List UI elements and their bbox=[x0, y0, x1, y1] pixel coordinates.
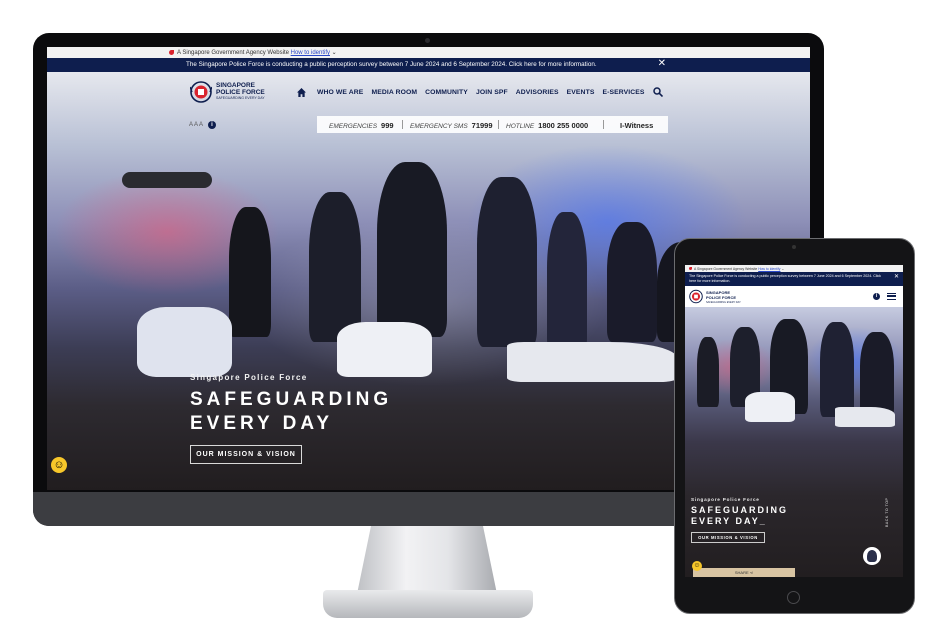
hero-figure bbox=[820, 322, 854, 417]
divider bbox=[498, 120, 499, 129]
tablet-hero-headline: SAFEGUARDING EVERY DAY_ bbox=[691, 505, 789, 526]
monitor-stand bbox=[357, 526, 497, 594]
logo-line1: SINGAPORE bbox=[216, 82, 256, 89]
chevron-down-icon[interactable]: ⌄ bbox=[332, 50, 337, 56]
sms-number[interactable]: 71999 bbox=[472, 121, 493, 130]
survey-banner-text[interactable]: The Singapore Police Force is conducting… bbox=[186, 61, 597, 68]
tablet-logo-line2: POLICE FORCE bbox=[706, 294, 737, 300]
tablet-hero-kicker: Singapore Police Force bbox=[691, 497, 760, 502]
hero-figure bbox=[377, 162, 447, 337]
hotline-label: HOTLINE bbox=[506, 123, 535, 130]
how-to-identify-link[interactable]: How to identify bbox=[291, 50, 330, 56]
chatbot-avatar-icon[interactable] bbox=[863, 547, 881, 565]
tablet-logo-tagline: SAFEGUARDING EVERY DAY bbox=[706, 301, 741, 304]
tablet-survey-banner[interactable]: The Singapore Police Force is conducting… bbox=[685, 272, 903, 286]
police-boat bbox=[835, 407, 895, 427]
share-button[interactable]: SHARE ⋖ bbox=[693, 568, 795, 577]
monitor-stand-base bbox=[323, 590, 533, 618]
info-icon[interactable]: i bbox=[208, 121, 217, 129]
survey-banner[interactable]: The Singapore Police Force is conducting… bbox=[47, 58, 810, 72]
hotline-number[interactable]: 1800 255 0000 bbox=[538, 121, 588, 130]
hero-figure bbox=[607, 222, 657, 342]
back-to-top-link[interactable]: BACK TO TOP bbox=[885, 498, 889, 527]
police-car bbox=[337, 322, 432, 377]
hero-figure bbox=[229, 207, 271, 337]
nav-who-we-are[interactable]: WHO WE ARE bbox=[317, 89, 363, 96]
font-size-controls[interactable]: A A Ai bbox=[189, 121, 217, 129]
chevron-down-icon[interactable]: ⌄ bbox=[781, 267, 784, 271]
camera-dot bbox=[425, 38, 430, 43]
drone bbox=[122, 172, 212, 188]
feedback-smiley-icon[interactable]: ☺ bbox=[692, 561, 702, 571]
nav-advisories[interactable]: ADVISORIES bbox=[516, 89, 559, 96]
lion-icon bbox=[169, 49, 174, 55]
hero-figure bbox=[547, 212, 587, 352]
police-boat bbox=[507, 342, 677, 382]
lion-icon bbox=[689, 267, 692, 271]
divider bbox=[603, 120, 604, 129]
font-size-label[interactable]: A A A bbox=[189, 122, 203, 128]
police-crest-icon bbox=[190, 81, 212, 103]
tablet-camera bbox=[792, 245, 796, 249]
hero-figure bbox=[477, 177, 537, 347]
tablet-survey-text[interactable]: The Singapore Police Force is conducting… bbox=[689, 274, 885, 283]
police-crest-icon[interactable] bbox=[689, 289, 703, 304]
nav-community[interactable]: COMMUNITY bbox=[425, 89, 468, 96]
divider bbox=[402, 120, 403, 129]
spf-logo[interactable]: SINGAPORE POLICE FORCE SAFEGUARDING EVERY… bbox=[190, 80, 265, 106]
tablet-nav: SINGAPORE POLICE FORCE SAFEGUARDING EVERY … bbox=[685, 286, 903, 307]
nav-e-services[interactable]: E-SERVICES bbox=[602, 89, 644, 96]
nav-join-spf[interactable]: JOIN SPF bbox=[476, 89, 508, 96]
nav-events[interactable]: EVENTS bbox=[567, 89, 595, 96]
hero-figure bbox=[309, 192, 361, 342]
search-icon[interactable] bbox=[653, 87, 663, 97]
hamburger-menu-icon[interactable] bbox=[887, 293, 896, 300]
hero-kicker: Singapore Police Force bbox=[190, 373, 308, 382]
close-icon[interactable]: ✕ bbox=[894, 274, 899, 279]
close-icon[interactable]: ✕ bbox=[658, 59, 666, 69]
hero-figure bbox=[697, 337, 719, 407]
police-motorcycle bbox=[137, 307, 232, 377]
police-car bbox=[745, 392, 795, 422]
nav-links: WHO WE ARE MEDIA ROOM COMMUNITY JOIN SPF… bbox=[297, 88, 653, 97]
tablet-home-button bbox=[787, 591, 800, 604]
hero-figure bbox=[860, 332, 894, 417]
mission-vision-button[interactable]: OUR MISSION & VISION bbox=[190, 445, 302, 464]
tablet-gov-text: A Singapore Government Agency Website bbox=[694, 266, 758, 271]
gov-agency-text: A Singapore Government Agency Website bbox=[177, 50, 289, 56]
main-nav: SINGAPORE POLICE FORCE SAFEGUARDING EVERY… bbox=[47, 72, 810, 112]
home-icon[interactable] bbox=[297, 88, 306, 97]
info-icon[interactable]: i bbox=[873, 293, 880, 300]
hero-headline: SAFEGUARDING EVERY DAY bbox=[190, 389, 393, 434]
sms-label: EMERGENCY SMS bbox=[410, 123, 468, 130]
gov-agency-bar: A Singapore Government Agency Website Ho… bbox=[47, 47, 810, 58]
nav-media-room[interactable]: MEDIA ROOM bbox=[371, 89, 417, 96]
tablet-mission-vision-button[interactable]: OUR MISSION & VISION bbox=[691, 532, 765, 543]
feedback-smiley-icon[interactable]: ☺ bbox=[51, 457, 67, 473]
emergencies-label: EMERGENCIES bbox=[329, 123, 378, 130]
tablet-screen: A Singapore Government Agency Website Ho… bbox=[685, 265, 903, 577]
i-witness-link[interactable]: I-Witness bbox=[620, 121, 653, 130]
emergencies-number[interactable]: 999 bbox=[381, 121, 394, 130]
tablet-how-to-identify-link[interactable]: How to identify bbox=[758, 267, 780, 271]
logo-line2: POLICE FORCE bbox=[216, 89, 265, 96]
logo-tagline: SAFEGUARDING EVERY DAY bbox=[216, 96, 265, 100]
tablet-gov-bar: A Singapore Government Agency Website Ho… bbox=[685, 265, 903, 272]
utility-bar: EMERGENCIES 999 EMERGENCY SMS 71999 HOTLIN… bbox=[317, 116, 668, 133]
